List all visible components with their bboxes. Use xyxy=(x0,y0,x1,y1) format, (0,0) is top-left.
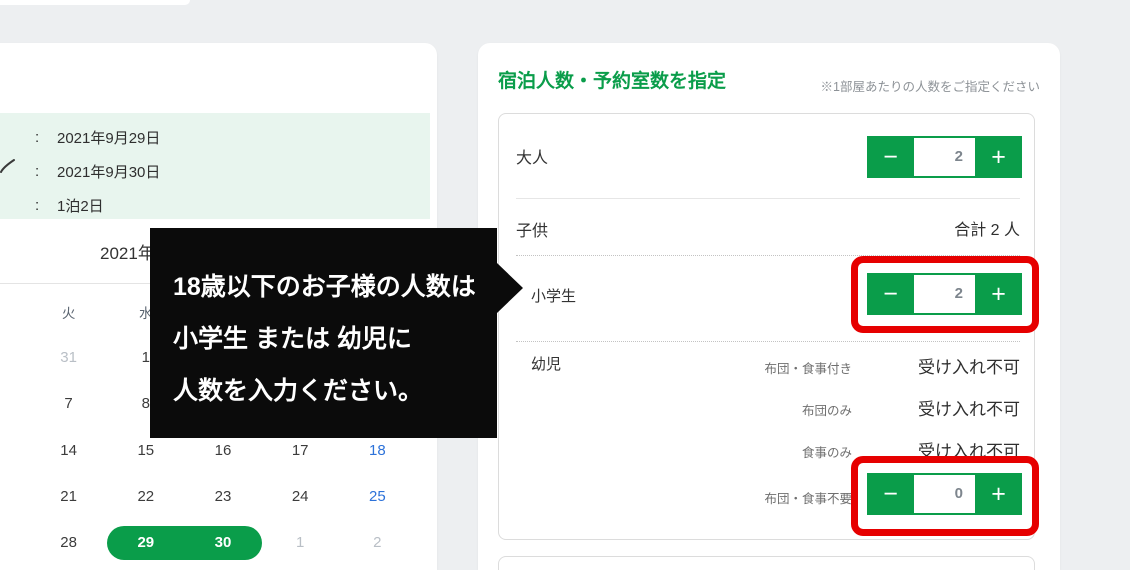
guest-panel-title: 宿泊人数・予約室数を指定 xyxy=(498,66,726,93)
adult-child-divider xyxy=(516,198,1020,199)
adult-stepper: − 2 + xyxy=(867,136,1022,178)
tooltip-arrow-icon xyxy=(497,263,523,313)
calendar-day[interactable]: 21 xyxy=(30,474,107,520)
next-section-box xyxy=(498,556,1035,570)
tooltip-line-3: 人数を入力ください。 xyxy=(173,365,497,417)
infant-option-futon-only-label: 布団のみ xyxy=(802,400,852,419)
calendar-week-row: 2122232425 xyxy=(30,474,416,520)
guest-count-box: 大人 − 2 + 子供 合計 2 人 小学生 − 2 + 幼児 布団・食事付き xyxy=(498,113,1035,540)
checkout-colon: : xyxy=(35,163,57,180)
calendar-day[interactable]: 7 xyxy=(30,381,107,427)
elementary-stepper: − 2 + xyxy=(867,273,1022,315)
infant-none-count-input[interactable]: 0 xyxy=(914,473,975,515)
children-count-tooltip: 18歳以下のお子様の人数は 小学生 または 幼児に 人数を入力ください。 xyxy=(150,228,497,438)
infant-none-minus-button[interactable]: − xyxy=(867,473,914,515)
infant-option-none-label: 布団・食事不要 xyxy=(764,488,852,507)
calendar-day[interactable]: 2 xyxy=(339,520,416,566)
checkin-row: : 2021年9月29日 xyxy=(0,120,430,154)
stay-length-row: : 1泊2日 xyxy=(0,188,430,222)
top-nav-remnant xyxy=(0,0,190,5)
infant-option-futon-only-status: 受け入れ不可 xyxy=(918,395,1020,420)
child-total: 合計 2 人 xyxy=(954,216,1020,240)
calendar-day[interactable]: 24 xyxy=(262,474,339,520)
calendar-day[interactable]: 28 xyxy=(30,520,107,566)
infant-none-plus-button[interactable]: + xyxy=(975,473,1022,515)
tooltip-line-1: 18歳以下のお子様の人数は xyxy=(173,261,497,313)
adult-label: 大人 xyxy=(516,144,548,168)
infant-none-stepper: − 0 + xyxy=(867,473,1022,515)
guest-panel-note: ※1部屋あたりの人数をご指定ください xyxy=(821,76,1040,95)
calendar-day[interactable]: 1 xyxy=(262,520,339,566)
calendar-day[interactable]: 22 xyxy=(107,474,184,520)
infant-option-futon-meal-label: 布団・食事付き xyxy=(764,358,852,377)
guest-count-card: 宿泊人数・予約室数を指定 ※1部屋あたりの人数をご指定ください 大人 − 2 +… xyxy=(478,43,1060,570)
adult-count-input[interactable]: 2 xyxy=(914,136,975,178)
infant-label: 幼児 xyxy=(531,353,561,374)
calendar-day[interactable]: 31 xyxy=(30,335,107,381)
checkout-date: 2021年9月30日 xyxy=(57,161,160,182)
infant-option-futon-meal-status: 受け入れ不可 xyxy=(918,353,1020,378)
stay-summary-box: : 2021年9月29日 : 2021年9月30日 : 1泊2日 xyxy=(0,113,430,219)
calendar-week-row: 28293012 xyxy=(30,520,416,566)
stay-length-value: 1泊2日 xyxy=(57,195,104,216)
infant-option-meal-only-label: 食事のみ xyxy=(802,442,852,461)
tooltip-line-2: 小学生 または 幼児に xyxy=(173,313,497,365)
elementary-minus-button[interactable]: − xyxy=(867,273,914,315)
checkin-date: 2021年9月29日 xyxy=(57,127,160,148)
stay-length-colon: : xyxy=(35,197,57,214)
calendar-day[interactable]: 25 xyxy=(339,474,416,520)
hotel-booking-screen: : 2021年9月29日 : 2021年9月30日 : 1泊2日 2021年9月… xyxy=(0,0,1130,570)
calendar-weekday: 火 xyxy=(30,297,107,327)
adult-plus-button[interactable]: + xyxy=(975,136,1022,178)
elementary-label: 小学生 xyxy=(531,285,576,306)
infant-option-meal-only-status: 受け入れ不可 xyxy=(918,437,1020,462)
child-elementary-divider xyxy=(516,255,1020,256)
elementary-count-input[interactable]: 2 xyxy=(914,273,975,315)
calendar-day[interactable]: 30 xyxy=(184,520,261,566)
calendar-day[interactable]: 14 xyxy=(30,428,107,474)
adult-minus-button[interactable]: − xyxy=(867,136,914,178)
calendar-day[interactable]: 23 xyxy=(184,474,261,520)
calendar-day[interactable]: 29 xyxy=(107,520,184,566)
clipped-edge-icon xyxy=(0,158,16,178)
elementary-infant-divider xyxy=(516,341,1020,342)
checkout-row: : 2021年9月30日 xyxy=(0,154,430,188)
child-label: 子供 xyxy=(516,217,548,241)
checkin-colon: : xyxy=(35,129,57,146)
elementary-plus-button[interactable]: + xyxy=(975,273,1022,315)
